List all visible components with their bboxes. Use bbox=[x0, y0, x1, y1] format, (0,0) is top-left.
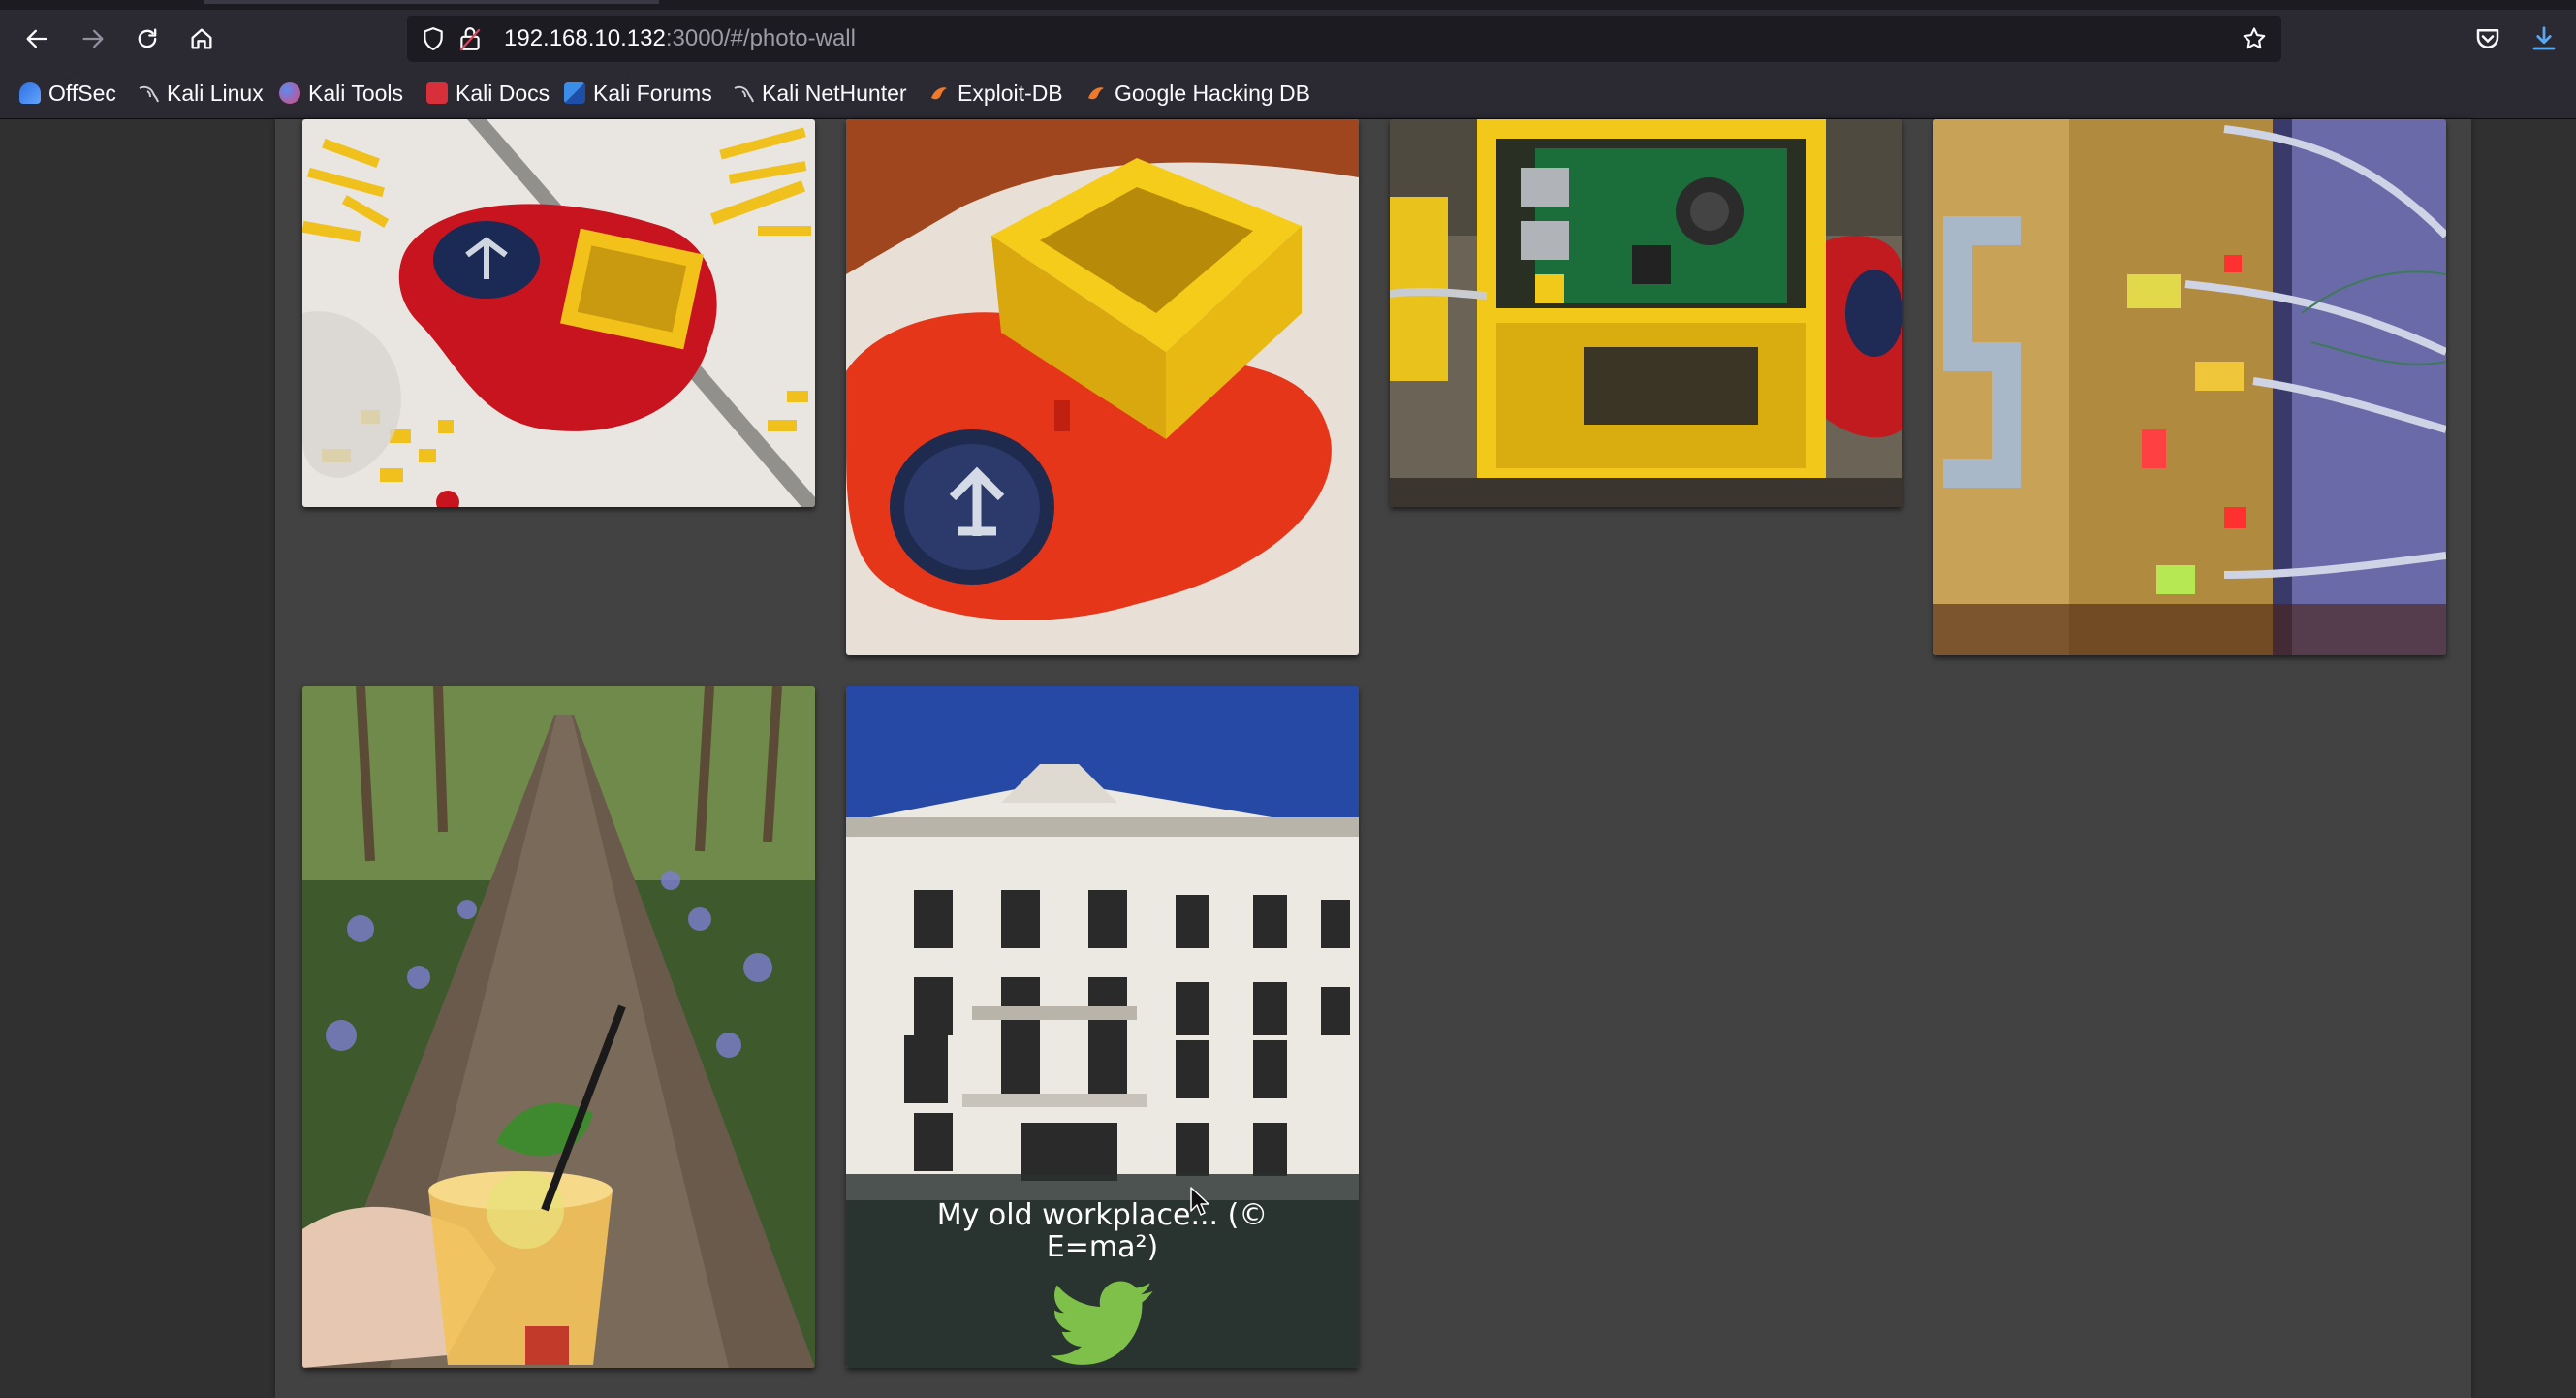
offsec-icon bbox=[19, 82, 41, 104]
bookmark-label: Google Hacking DB bbox=[1115, 79, 1310, 106]
photo-caption-overlay: My old workplace... (© E=ma²) bbox=[846, 1174, 1359, 1368]
bookmark-label: Kali Docs bbox=[456, 79, 550, 106]
bookmarks-toolbar: OffSec Kali Linux Kali Tools Kali Docs K… bbox=[0, 68, 2576, 119]
downloads-icon[interactable] bbox=[2529, 24, 2559, 53]
url-path: :3000/#/photo-wall bbox=[665, 25, 856, 51]
reload-icon bbox=[138, 28, 157, 48]
page-body: My old workplace... (© E=ma²) bbox=[0, 119, 2576, 1398]
address-bar[interactable]: 192.168.10.132:3000/#/photo-wall bbox=[407, 16, 2281, 62]
home-button[interactable] bbox=[178, 16, 225, 62]
pocket-icon[interactable] bbox=[2473, 24, 2502, 53]
kali-docs-icon bbox=[426, 82, 448, 104]
browser-toolbar: 192.168.10.132:3000/#/photo-wall bbox=[0, 10, 2576, 68]
active-tab-indicator bbox=[204, 0, 659, 4]
photo-raspberry-pi-case[interactable] bbox=[1390, 119, 1902, 507]
exploit-db-icon bbox=[928, 82, 950, 104]
bookmark-kali-docs[interactable]: Kali Docs bbox=[426, 68, 550, 118]
back-button[interactable] bbox=[14, 16, 60, 62]
shield-icon[interactable] bbox=[421, 26, 446, 51]
bookmark-label: Kali Linux bbox=[167, 79, 264, 106]
url-host: 192.168.10.132 bbox=[504, 25, 666, 51]
kali-dragon-icon bbox=[733, 82, 754, 104]
bookmark-label: Kali NetHunter bbox=[762, 79, 907, 106]
bookmark-kali-nethunter[interactable]: Kali NetHunter bbox=[733, 68, 907, 118]
photo-lego-server-tower[interactable] bbox=[1933, 119, 2446, 655]
bookmark-star-icon[interactable] bbox=[2241, 25, 2268, 52]
photo-wall: My old workplace... (© E=ma²) bbox=[275, 119, 2471, 1398]
url-text[interactable]: 192.168.10.132:3000/#/photo-wall bbox=[504, 16, 856, 62]
kali-tools-icon bbox=[279, 82, 300, 104]
bookmark-kali-forums[interactable]: Kali Forums bbox=[564, 68, 712, 118]
window-top-strip bbox=[0, 0, 2576, 10]
photo-caption: My old workplace... (© E=ma²) bbox=[936, 1198, 1269, 1264]
bookmark-exploit-db[interactable]: Exploit-DB bbox=[928, 68, 1063, 118]
bookmark-label: Exploit-DB bbox=[958, 79, 1063, 106]
back-arrow-icon bbox=[26, 29, 47, 48]
kali-forums-icon bbox=[564, 82, 585, 104]
kali-dragon-icon bbox=[138, 82, 159, 104]
bookmark-label: Kali Tools bbox=[308, 79, 404, 106]
photo-lego-red-base[interactable] bbox=[302, 119, 815, 507]
photo-old-workplace[interactable]: My old workplace... (© E=ma²) bbox=[846, 686, 1359, 1368]
home-icon bbox=[191, 28, 212, 49]
ghdb-icon bbox=[1085, 82, 1107, 104]
bookmark-label: OffSec bbox=[48, 79, 116, 106]
mouse-cursor-icon bbox=[1190, 1187, 1209, 1216]
photo-lego-yellow-box[interactable] bbox=[846, 119, 1359, 655]
forward-button[interactable] bbox=[70, 16, 116, 62]
bookmark-kali-tools[interactable]: Kali Tools bbox=[279, 68, 403, 118]
bookmark-label: Kali Forums bbox=[593, 79, 712, 106]
reload-button[interactable] bbox=[124, 16, 171, 62]
twitter-icon[interactable] bbox=[846, 1281, 1359, 1368]
bookmark-kali-linux[interactable]: Kali Linux bbox=[138, 68, 264, 118]
insecure-lock-icon[interactable] bbox=[457, 25, 483, 52]
forward-arrow-icon bbox=[82, 29, 104, 48]
photo-forest-path-drink[interactable] bbox=[302, 686, 815, 1368]
bookmark-offsec[interactable]: OffSec bbox=[19, 68, 116, 118]
bookmark-google-hacking-db[interactable]: Google Hacking DB bbox=[1085, 68, 1310, 118]
